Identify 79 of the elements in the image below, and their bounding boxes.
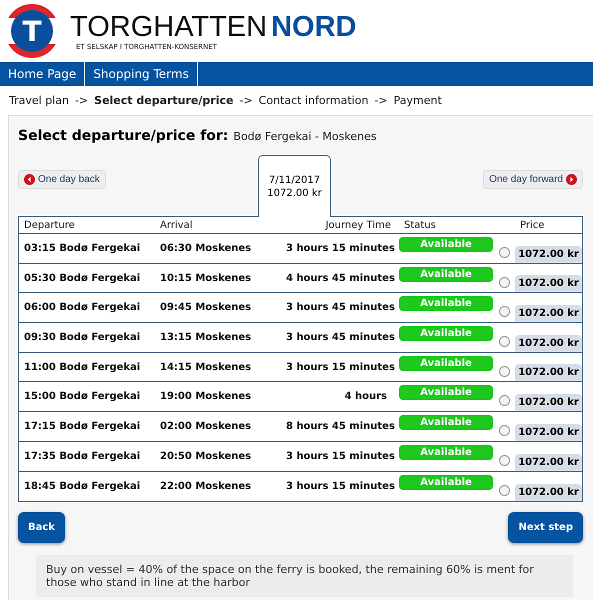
- table-cell-text: 20:50 Moskenes: [159, 450, 252, 462]
- page-title: Select departure/price for:: [18, 128, 228, 144]
- column-header: Departure: [23, 220, 76, 230]
- status-badge: Available: [399, 414, 493, 430]
- status-badge: Available: [399, 326, 493, 341]
- next-step-button[interactable]: Next step: [508, 512, 583, 544]
- radio-button[interactable]: [499, 306, 510, 318]
- price-button[interactable]: 1072.00 kr: [515, 454, 582, 470]
- price-button[interactable]: 1072.00 kr: [515, 275, 582, 292]
- radio-button[interactable]: [499, 484, 510, 496]
- radio-button[interactable]: [499, 276, 510, 288]
- table-cell-text: 3 hours 15 minutes: [285, 450, 396, 462]
- table-cell-text: 3 hours 15 minutes: [285, 480, 396, 492]
- table-cell-text: 03:15 Bodø Fergekai: [23, 242, 142, 254]
- radio-button[interactable]: [499, 454, 510, 466]
- nav-link[interactable]: Shopping Terms: [85, 62, 198, 86]
- status-badge: Available: [399, 296, 493, 312]
- route-name: Bodø Fergekai - Moskenes: [233, 130, 377, 143]
- table-cell-text: 11:00 Bodø Fergekai: [23, 362, 142, 373]
- status-badge: Available: [399, 444, 493, 460]
- table-cell-text: 17:35 Bodø Fergekai: [23, 450, 142, 462]
- table-cell-text: 17:15 Bodø Fergekai: [23, 420, 142, 432]
- price-button[interactable]: 1072.00 kr: [515, 364, 582, 382]
- status-badge: Available: [399, 356, 493, 371]
- back-button[interactable]: Back: [18, 512, 65, 544]
- price-button[interactable]: 1072.00 kr: [515, 334, 582, 352]
- table-cell-text: 3 hours 15 minutes: [285, 242, 396, 254]
- breadcrumb-separator: ->: [374, 94, 388, 107]
- table-cell-text: 14:15 Moskenes: [159, 362, 252, 373]
- table-cell-text: 4 hours 45 minutes: [285, 272, 396, 284]
- column-header: Status: [403, 220, 437, 230]
- radio-button[interactable]: [499, 336, 510, 347]
- breadcrumb-step: Contact information: [258, 94, 368, 107]
- day-back-button[interactable]: One day back: [18, 170, 106, 189]
- radio-button[interactable]: [499, 424, 510, 436]
- table-cell-text: 09:45 Moskenes: [159, 302, 252, 314]
- breadcrumb-step: Payment: [394, 94, 442, 107]
- table-cell-text: 8 hours 45 minutes: [285, 420, 396, 432]
- status-badge: Available: [399, 385, 493, 400]
- table-cell-text: 09:30 Bodø Fergekai: [23, 332, 142, 343]
- brand-name: TORGHATTEN NORD: [70, 11, 356, 43]
- info-note: Buy on vessel = 40% of the space on the ferry is booked, the remaining 60% is ment for those who stand in line at the harbor: [36, 555, 573, 598]
- price-button[interactable]: 1072.00 kr: [515, 394, 582, 412]
- price-button[interactable]: 1072.00 kr: [515, 305, 582, 322]
- table-cell-text: 13:15 Moskenes: [159, 332, 252, 343]
- table-cell-text: 02:00 Moskenes: [159, 420, 252, 432]
- table-cell-text: 3 hours 45 minutes: [285, 302, 396, 314]
- radio-button[interactable]: [499, 395, 510, 406]
- logo-letter: T: [22, 15, 42, 48]
- table-cell-text: 3 hours 45 minutes: [285, 332, 396, 343]
- table-cell-text: 15:00 Bodø Fergekai: [23, 391, 142, 402]
- column-header: Price: [519, 220, 546, 230]
- nav-link[interactable]: Home Page: [0, 62, 86, 86]
- table-cell-text: 22:00 Moskenes: [159, 480, 252, 492]
- price-button[interactable]: 1072.00 kr: [515, 424, 582, 441]
- table-cell-text: 19:00 Moskenes: [159, 391, 252, 402]
- table-cell-text: 10:15 Moskenes: [159, 272, 252, 284]
- logo-icon: [5, 4, 59, 58]
- status-badge: Available: [399, 266, 493, 282]
- table-cell-text: 06:30 Moskenes: [159, 242, 252, 254]
- column-header: Arrival: [159, 220, 194, 230]
- price-button[interactable]: 1072.00 kr: [515, 484, 582, 502]
- table-cell-text: 3 hours 15 minutes: [285, 362, 396, 373]
- table-cell-text: 05:30 Bodø Fergekai: [23, 272, 142, 284]
- table-cell-text: 4 hours: [344, 391, 388, 402]
- table-cell-text: 06:00 Bodø Fergekai: [23, 302, 142, 314]
- price-button[interactable]: 1072.00 kr: [515, 246, 582, 263]
- breadcrumb-step: Select departure/price: [94, 94, 234, 107]
- column-header: Journey Time: [324, 220, 392, 230]
- breadcrumb-separator: ->: [74, 94, 88, 107]
- table-cell-text: 18:45 Bodø Fergekai: [23, 480, 142, 492]
- breadcrumb-step: Travel plan: [9, 94, 69, 107]
- status-badge: Available: [399, 474, 493, 490]
- breadcrumb-separator: ->: [239, 94, 253, 107]
- radio-button[interactable]: [499, 246, 510, 258]
- radio-button[interactable]: [499, 366, 510, 377]
- status-badge: Available: [399, 236, 493, 252]
- date-tab[interactable]: 7/11/2017 1072.00 kr: [258, 155, 331, 217]
- day-forward-button[interactable]: One day forward: [483, 170, 583, 189]
